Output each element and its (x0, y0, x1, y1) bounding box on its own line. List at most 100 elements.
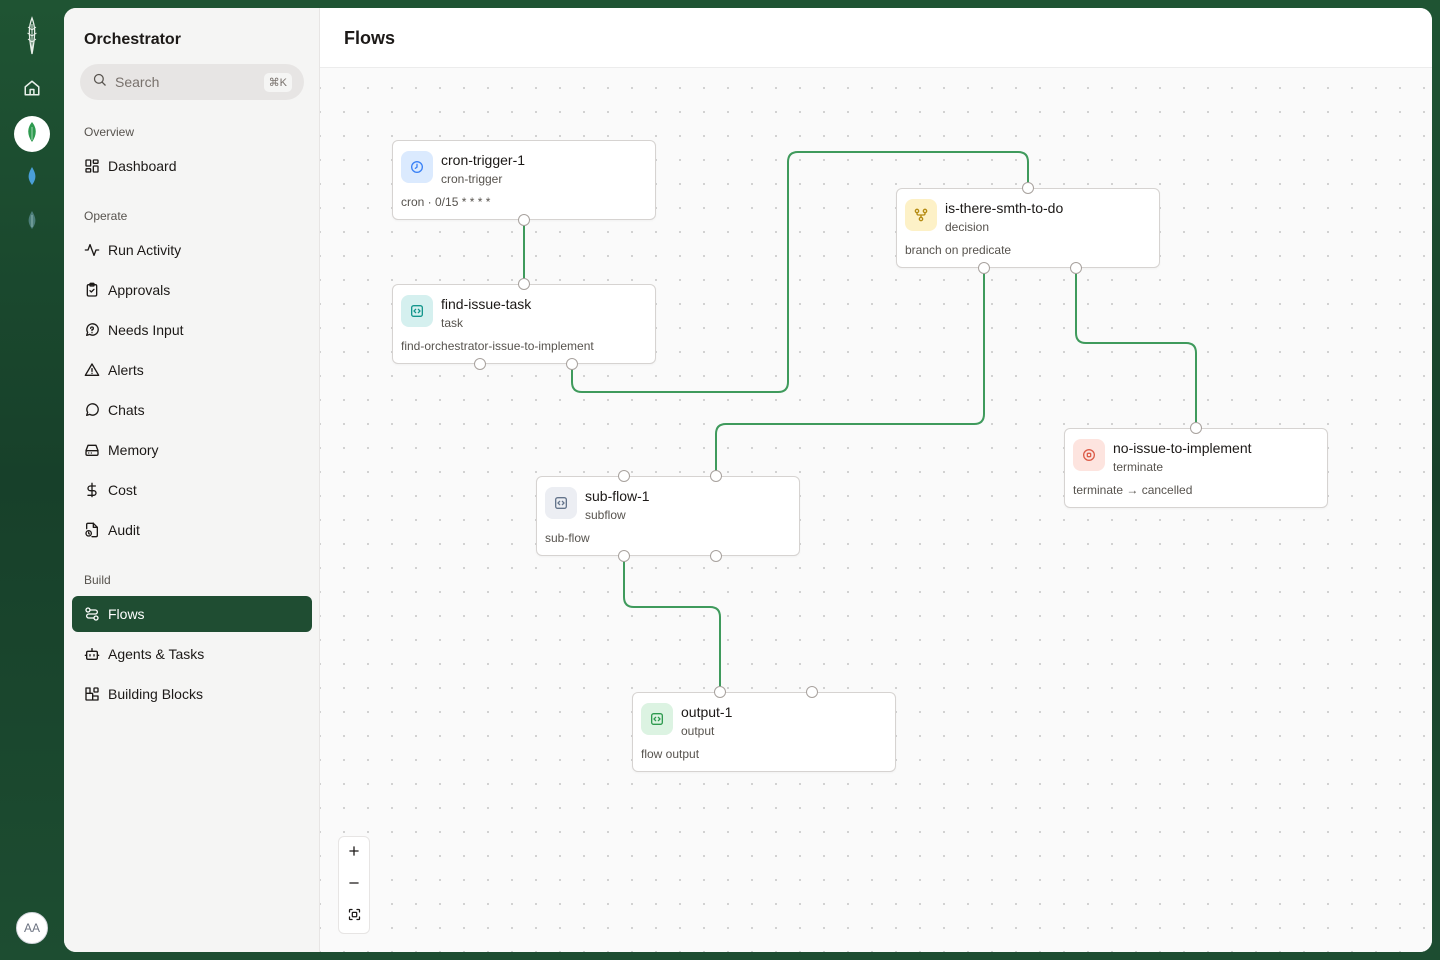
hard-drive-icon (84, 442, 100, 458)
flow-node-terminate[interactable]: no-issue-to-implement terminate terminat… (1064, 428, 1328, 508)
node-type: terminate (1113, 460, 1164, 474)
green-leaf-icon (25, 121, 39, 148)
sidebar-item-needs-input[interactable]: Needs Input (72, 312, 312, 348)
minus-icon (347, 876, 361, 895)
node-detail: sub-flow (545, 531, 590, 545)
port-decision-in[interactable] (1022, 182, 1034, 194)
app-frame: AA Orchestrator Search ⌘K Overview Dashb… (0, 0, 1440, 960)
sidebar-item-agents-tasks[interactable]: Agents & Tasks (72, 636, 312, 672)
search-placeholder: Search (115, 74, 160, 90)
port-subflow-in-1[interactable] (618, 470, 630, 482)
blocks-icon (84, 686, 100, 702)
sidebar-item-label: Run Activity (108, 242, 182, 258)
search-input[interactable]: Search ⌘K (80, 64, 304, 100)
stop-icon (1073, 439, 1105, 471)
workflow-icon (84, 606, 100, 622)
user-avatar[interactable]: AA (16, 912, 48, 944)
sidebar-item-label: Memory (108, 442, 159, 458)
port-find-out-2[interactable] (566, 358, 578, 370)
blue-drop-icon (26, 166, 38, 191)
flow-node-subflow[interactable]: sub-flow-1 subflow sub-flow (536, 476, 800, 556)
port-find-in[interactable] (518, 278, 530, 290)
flow-node-output[interactable]: output-1 output flow output (632, 692, 896, 772)
branch-icon (905, 199, 937, 231)
teal-leaf-icon (26, 210, 38, 235)
sidebar-item-run-activity[interactable]: Run Activity (72, 232, 312, 268)
code-icon (401, 295, 433, 327)
node-detail: cron · 0/15 * * * * (401, 195, 491, 209)
flow-node-find-issue-task[interactable]: find-issue-task task find-orchestrator-i… (392, 284, 656, 364)
chat-bubble-icon (84, 402, 100, 418)
edge-decision-to-terminate (1075, 268, 1197, 428)
rail-home-button[interactable] (14, 72, 50, 108)
sidebar-item-label: Cost (108, 482, 137, 498)
sidebar: Orchestrator Search ⌘K Overview Dashboar… (64, 8, 320, 952)
port-output-in-1[interactable] (714, 686, 726, 698)
port-decision-out-false[interactable] (1070, 262, 1082, 274)
clipboard-check-icon (84, 282, 100, 298)
port-subflow-in-2[interactable] (710, 470, 722, 482)
fit-view-button[interactable] (339, 901, 369, 933)
brand-logo-icon (22, 16, 42, 56)
zoom-in-button[interactable] (339, 837, 369, 869)
section-label-build: Build (84, 573, 111, 587)
node-title: output-1 (681, 704, 733, 720)
rail-leaf-button[interactable] (14, 204, 50, 240)
sidebar-item-memory[interactable]: Memory (72, 432, 312, 468)
zoom-out-button[interactable] (339, 869, 369, 901)
bot-icon (84, 646, 100, 662)
flow-node-cron-trigger[interactable]: cron-trigger-1 cron-trigger cron · 0/15 … (392, 140, 656, 220)
search-icon (92, 72, 107, 92)
code-icon (545, 487, 577, 519)
node-detail: flow output (641, 747, 700, 761)
home-icon (23, 79, 41, 102)
rail-orchestrator-button[interactable] (14, 116, 50, 152)
node-detail: terminate → cancelled (1073, 483, 1193, 497)
port-subflow-out-2[interactable] (710, 550, 722, 562)
node-type: cron-trigger (441, 172, 503, 186)
file-history-icon (84, 522, 100, 538)
port-decision-out-true[interactable] (978, 262, 990, 274)
sidebar-item-dashboard[interactable]: Dashboard (72, 148, 312, 184)
flow-canvas[interactable]: cron-trigger-1 cron-trigger cron · 0/15 … (320, 68, 1432, 952)
port-terminate-in[interactable] (1190, 422, 1202, 434)
search-shortcut-badge: ⌘K (263, 72, 292, 92)
sidebar-item-approvals[interactable]: Approvals (72, 272, 312, 308)
plus-icon (347, 844, 361, 863)
sidebar-item-cost[interactable]: Cost (72, 472, 312, 508)
port-find-out-1[interactable] (474, 358, 486, 370)
sidebar-item-label: Building Blocks (108, 686, 203, 702)
clock-icon (401, 151, 433, 183)
fit-view-icon (347, 907, 362, 927)
page-header: Flows (320, 8, 1432, 68)
sidebar-item-label: Dashboard (108, 158, 177, 174)
main-panel: Flows cron-trigger-1 cron-trigger cron ·… (320, 8, 1432, 952)
sidebar-item-label: Flows (108, 606, 145, 622)
sidebar-item-chats[interactable]: Chats (72, 392, 312, 428)
code-icon (641, 703, 673, 735)
dashboard-icon (84, 158, 100, 174)
port-cron-out[interactable] (518, 214, 530, 226)
sidebar-item-label: Needs Input (108, 322, 184, 338)
sidebar-item-audit[interactable]: Audit (72, 512, 312, 548)
section-label-operate: Operate (84, 209, 128, 223)
node-type: subflow (585, 508, 626, 522)
port-output-in-2[interactable] (806, 686, 818, 698)
node-type: task (441, 316, 464, 330)
alert-triangle-icon (84, 362, 100, 378)
sidebar-item-label: Audit (108, 522, 140, 538)
node-title: cron-trigger-1 (441, 152, 526, 168)
flow-node-decision[interactable]: is-there-smth-to-do decision branch on p… (896, 188, 1160, 268)
edge-decision-to-subflow (715, 268, 985, 476)
node-title: is-there-smth-to-do (945, 200, 1064, 216)
port-subflow-out-1[interactable] (618, 550, 630, 562)
sidebar-item-flows[interactable]: Flows (72, 596, 312, 632)
message-question-icon (84, 322, 100, 338)
sidebar-item-alerts[interactable]: Alerts (72, 352, 312, 388)
node-title: sub-flow-1 (585, 488, 650, 504)
zoom-controls (338, 836, 370, 934)
node-type: decision (945, 220, 990, 234)
node-detail: find-orchestrator-issue-to-implement (401, 339, 594, 353)
sidebar-item-building-blocks[interactable]: Building Blocks (72, 676, 312, 712)
rail-droplet-button[interactable] (14, 160, 50, 196)
